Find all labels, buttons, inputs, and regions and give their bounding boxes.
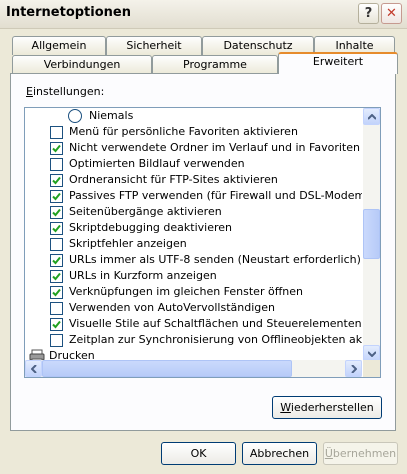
close-button[interactable]: ✕ [381,3,402,24]
setting-label: Verknüpfungen im gleichen Fenster öffnen [69,285,303,298]
radio-button[interactable] [68,109,82,123]
scroll-up-button[interactable] [363,108,380,125]
settings-checkbox-item[interactable]: Nicht verwendete Ordner im Verlauf und i… [25,140,362,156]
settings-checkbox-item[interactable]: Passives FTP verwenden (für Firewall und… [25,188,362,204]
settings-checkbox-item[interactable]: Zeitplan zur Synchronisierung von Offlin… [25,332,362,348]
checkmark-icon [52,176,61,185]
setting-label: Zeitplan zur Synchronisierung von Offlin… [69,333,362,346]
settings-label-accel: E [26,85,33,98]
restore-label: iederherstellen [290,401,374,414]
internet-options-dialog: Internetoptionen ? ✕ Allgemein Sicherhei… [0,0,407,474]
setting-label: URLs in Kurzform anzeigen [69,269,217,282]
settings-checkbox-item[interactable]: Skriptfehler anzeigen [25,236,362,252]
checkmark-icon [52,208,61,217]
checkmark-icon [52,320,61,329]
tab-sicherheit[interactable]: Sicherheit [106,36,202,55]
checkmark-icon [52,224,61,233]
checkbox-checked[interactable] [50,254,63,267]
setting-label: Optimierten Bildlauf verwenden [69,157,245,170]
checkmark-icon [52,272,61,281]
setting-label: Passives FTP verwenden (für Firewall und… [69,189,362,202]
horizontal-scroll-thumb[interactable] [42,360,292,377]
checkbox-checked[interactable] [50,206,63,219]
tab-allgemein[interactable]: Allgemein [12,36,106,55]
setting-label: Verwenden von AutoVervollständigen [69,301,275,314]
settings-checkbox-item[interactable]: Verwenden von AutoVervollständigen [25,300,362,316]
title-bar[interactable]: Internetoptionen ? ✕ [0,0,407,29]
checkbox-checked[interactable] [50,190,63,203]
vertical-scrollbar[interactable] [363,108,380,362]
chevron-up-icon [368,114,376,120]
checkbox-checked[interactable] [50,174,63,187]
apply-label: bernehmen [332,447,397,460]
settings-radio-item[interactable]: Niemals [25,108,362,124]
setting-label: Nicht verwendete Ordner im Verlauf und i… [69,141,362,154]
setting-label: Menü für persönliche Favoriten aktiviere… [69,125,298,138]
scroll-left-button[interactable] [25,360,42,377]
settings-checkbox-item[interactable]: Visuelle Stile auf Schaltflächen und Ste… [25,316,362,332]
radio-label: Niemals [89,109,134,122]
settings-label: Einstellungen: [26,85,104,98]
vertical-scroll-thumb[interactable] [363,209,380,259]
checkbox-unchecked[interactable] [50,302,63,315]
checkbox-checked[interactable] [50,222,63,235]
setting-label: Ordneransicht für FTP-Sites aktivieren [69,173,278,186]
restore-defaults-button[interactable]: Wiederherstellen [272,396,382,419]
scrollbar-corner [363,360,380,377]
cancel-button[interactable]: Abbrechen [242,442,317,465]
checkbox-checked[interactable] [50,286,63,299]
tab-programme[interactable]: Programme [152,55,278,74]
settings-rows: Niemals Menü für persönliche Favoriten ak… [25,108,362,362]
tab-verbindungen[interactable]: Verbindungen [12,55,152,74]
help-button[interactable]: ? [358,3,379,24]
checkmark-icon [52,144,61,153]
ok-button[interactable]: OK [161,442,236,465]
restore-accel: W [280,401,291,414]
checkmark-icon [52,256,61,265]
settings-checkbox-item[interactable]: Optimierten Bildlauf verwenden [25,156,362,172]
horizontal-scrollbar[interactable] [25,360,362,377]
setting-label: URLs immer als UTF-8 senden (Neustart er… [69,253,361,266]
tab-panel-erweitert: Einstellungen: Niemals Menü für persönlic… [10,73,396,431]
chevron-down-icon [368,351,376,357]
settings-checkbox-item[interactable]: Ordneransicht für FTP-Sites aktivieren [25,172,362,188]
settings-checkbox-item[interactable]: URLs in Kurzform anzeigen [25,268,362,284]
settings-checkbox-item[interactable]: Skriptdebugging deaktivieren [25,220,362,236]
settings-checkbox-item[interactable]: Verknüpfungen im gleichen Fenster öffnen [25,284,362,300]
checkbox-unchecked[interactable] [50,126,63,139]
settings-checkbox-item[interactable]: URLs immer als UTF-8 senden (Neustart er… [25,252,362,268]
settings-label-text: instellungen: [32,85,105,98]
setting-label: Seitenübergänge aktivieren [69,205,222,218]
apply-button[interactable]: Übernehmen [323,442,398,465]
setting-label: Skriptfehler anzeigen [69,237,187,250]
tab-erweitert[interactable]: Erweitert [278,52,398,74]
checkbox-checked[interactable] [50,270,63,283]
setting-label: Skriptdebugging deaktivieren [69,221,232,234]
chevron-left-icon [31,365,37,373]
checkbox-unchecked[interactable] [50,334,63,347]
chevron-right-icon [351,365,357,373]
setting-label: Visuelle Stile auf Schaltflächen und Ste… [69,317,362,330]
scroll-right-button[interactable] [345,360,362,377]
checkbox-checked[interactable] [50,142,63,155]
window-title: Internetoptionen [6,5,131,20]
checkmark-icon [52,288,61,297]
settings-checkbox-item[interactable]: Seitenübergänge aktivieren [25,204,362,220]
checkbox-unchecked[interactable] [50,158,63,171]
checkmark-icon [52,192,61,201]
checkbox-checked[interactable] [50,318,63,331]
apply-accel: Ü [324,447,333,460]
settings-checkbox-item[interactable]: Menü für persönliche Favoriten aktiviere… [25,124,362,140]
settings-tree[interactable]: Niemals Menü für persönliche Favoriten ak… [24,107,381,378]
checkbox-unchecked[interactable] [50,238,63,251]
